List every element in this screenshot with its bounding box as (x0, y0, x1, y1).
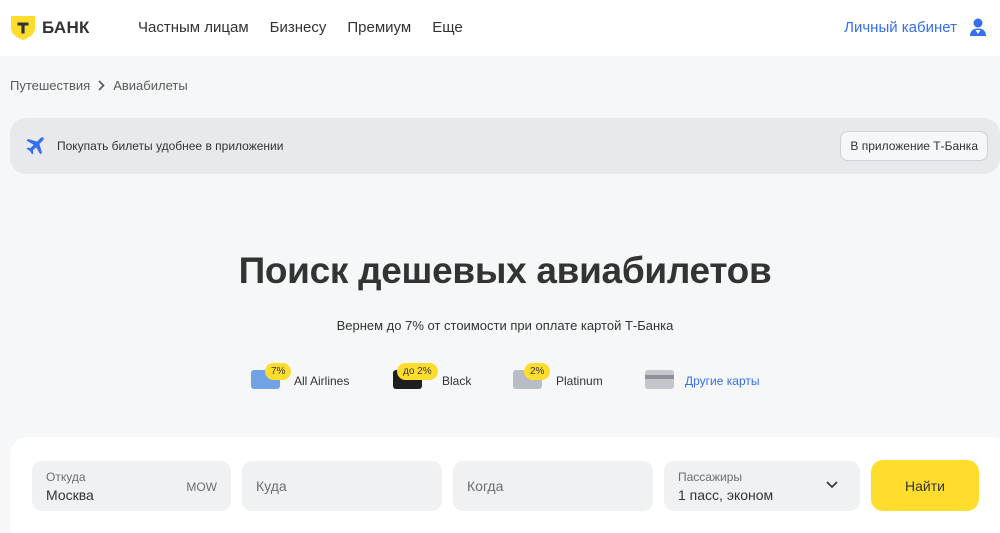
credit-card-icon (645, 370, 674, 389)
banner-text: Покупать билеты удобнее в приложении (57, 139, 284, 153)
page-subtitle: Вернем до 7% от стоимости при оплате кар… (336, 318, 674, 333)
breadcrumb-item-travel[interactable]: Путешествия (10, 78, 90, 93)
passengers-value[interactable]: 1 пасс, эконом (678, 487, 773, 503)
bank-logo[interactable]: БАНК (10, 15, 90, 41)
nav-item-more[interactable]: Еще (432, 19, 463, 36)
app-promo-banner: Покупать билеты удобнее в приложении В п… (10, 118, 1000, 174)
cashback-badge: 7% (265, 363, 292, 380)
chevron-right-icon (98, 80, 105, 91)
passengers-field[interactable]: Пассажиры 1 пасс, эконом (664, 461, 860, 511)
nav-item-individuals[interactable]: Частным лицам (138, 19, 249, 36)
chevron-down-icon[interactable] (826, 481, 838, 489)
account-link[interactable]: Личный кабинет (844, 17, 988, 37)
cashback-cards: 7% All Airlines до 2% Black 2% Platinum … (0, 360, 1000, 400)
flight-search-form: Откуда Москва MOW Куда Когда Пассажиры 1… (10, 437, 1000, 533)
user-icon[interactable] (968, 17, 988, 37)
origin-field[interactable]: Откуда Москва MOW (32, 461, 231, 511)
other-cards-link[interactable]: Другие карты (685, 374, 759, 388)
destination-field[interactable]: Куда (242, 461, 442, 511)
open-app-button[interactable]: В приложение Т-Банка (840, 131, 988, 161)
nav-item-premium[interactable]: Премиум (347, 19, 411, 36)
origin-label: Откуда (46, 470, 86, 484)
card-label: Platinum (556, 374, 603, 388)
destination-placeholder[interactable]: Куда (256, 478, 287, 494)
site-header: БАНК Частным лицам Бизнесу Премиум Еще Л… (0, 0, 1000, 56)
account-label[interactable]: Личный кабинет (844, 19, 957, 36)
date-field[interactable]: Когда (453, 461, 653, 511)
breadcrumb-item-flights[interactable]: Авиабилеты (113, 78, 187, 93)
date-placeholder[interactable]: Когда (467, 478, 503, 494)
origin-value[interactable]: Москва (46, 487, 94, 503)
card-label: All Airlines (294, 374, 350, 388)
page-title: Поиск дешевых авиабилетов (238, 250, 772, 291)
passengers-label: Пассажиры (678, 470, 743, 484)
breadcrumb: Путешествия Авиабилеты (10, 78, 188, 93)
main-nav: Частным лицам Бизнесу Премиум Еще (138, 19, 463, 36)
search-button[interactable]: Найти (871, 460, 979, 511)
nav-item-business[interactable]: Бизнесу (270, 19, 327, 36)
cashback-badge: 2% (524, 363, 551, 380)
airplane-icon (26, 137, 44, 155)
card-label: Black (442, 374, 472, 388)
cashback-badge: до 2% (397, 363, 438, 380)
logo-shield-icon (11, 16, 35, 40)
origin-code: MOW (186, 480, 217, 494)
logo-text: БАНК (42, 18, 90, 37)
